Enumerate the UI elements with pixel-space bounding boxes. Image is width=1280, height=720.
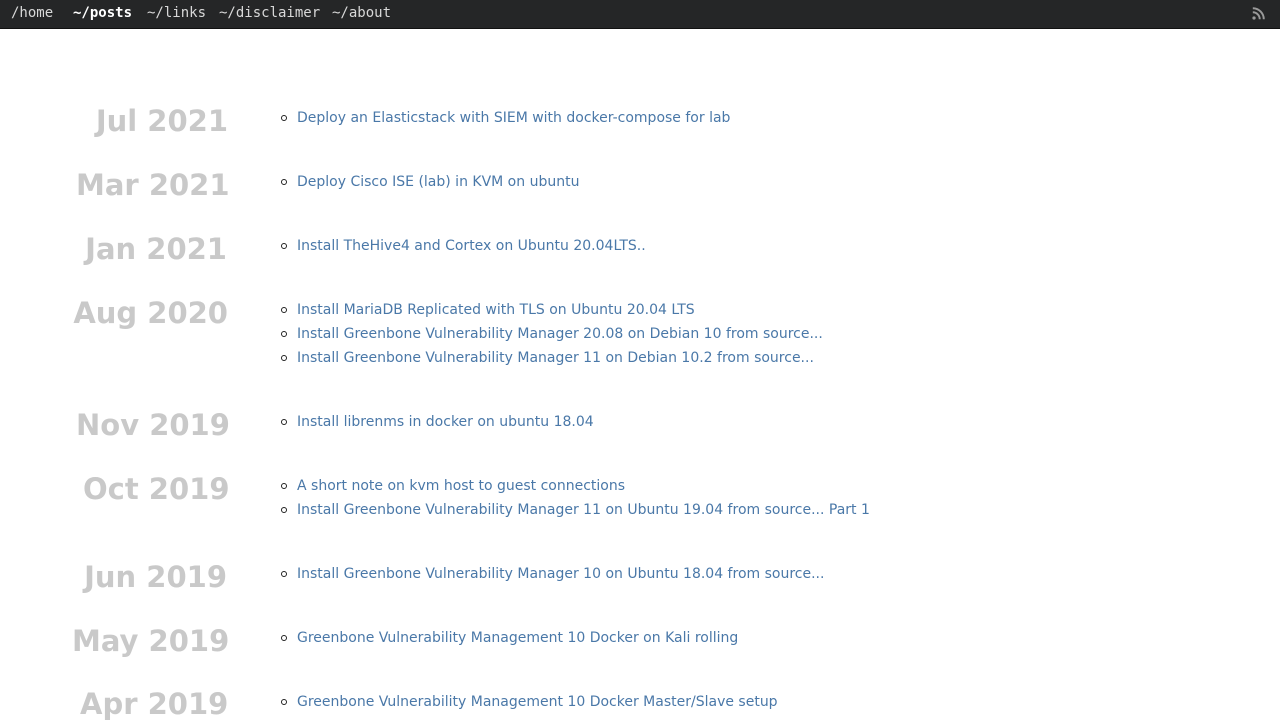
bullet-icon [281, 179, 287, 185]
post-title: Greenbone Vulnerability Management 10 Do… [297, 630, 739, 646]
archive-month-heading: Jun 2019 [84, 560, 227, 594]
archive-month-heading: Mar 2021 [76, 168, 230, 202]
archive-month-heading: Oct 2019 [83, 472, 230, 506]
post-title: Install librenms in docker on ubuntu 18.… [297, 414, 594, 430]
post-link[interactable]: Deploy Cisco ISE (lab) in KVM on ubuntu [281, 174, 586, 192]
post-title: Install TheHive4 and Cortex on Ubuntu 20… [297, 238, 646, 254]
bullet-icon [281, 307, 287, 313]
archive-month-heading: Aug 2020 [73, 296, 228, 330]
rss-icon[interactable] [1252, 7, 1265, 20]
post-title: Install Greenbone Vulnerability Manager … [297, 502, 870, 518]
archive-month-heading: Apr 2019 [80, 687, 229, 720]
top-nav-bar: /home ~/posts ~/links ~/disclaimer ~/abo… [0, 0, 1280, 29]
archive-month-heading: Nov 2019 [76, 408, 230, 442]
post-link[interactable]: A short note on kvm host to guest connec… [281, 478, 633, 496]
bullet-icon [281, 331, 287, 337]
post-link[interactable]: Install Greenbone Vulnerability Manager … [281, 566, 841, 584]
bullet-icon [281, 699, 287, 705]
post-title: Install Greenbone Vulnerability Manager … [297, 566, 825, 582]
nav-disclaimer-link[interactable]: ~/disclaimer [217, 3, 321, 25]
post-title: A short note on kvm host to guest connec… [297, 478, 626, 494]
bullet-icon [281, 355, 287, 361]
post-link[interactable]: Install MariaDB Replicated with TLS on U… [281, 302, 706, 320]
bullet-icon [281, 483, 287, 489]
archive-month-heading: May 2019 [72, 624, 230, 658]
bullet-icon [281, 419, 287, 425]
post-link[interactable]: Install Greenbone Vulnerability Manager … [281, 326, 840, 344]
nav-posts-link[interactable]: ~/posts [71, 3, 134, 25]
nav-home-link[interactable]: /home [9, 3, 62, 25]
archive-month-heading: Jan 2021 [85, 232, 227, 266]
bullet-icon [281, 507, 287, 513]
post-link[interactable]: Install TheHive4 and Cortex on Ubuntu 20… [281, 238, 654, 256]
post-link[interactable]: Deploy an Elasticstack with SIEM with do… [281, 110, 742, 128]
nav-links-link[interactable]: ~/links [145, 3, 208, 25]
nav-about-link[interactable]: ~/about [330, 3, 394, 25]
post-link[interactable]: Install Greenbone Vulnerability Manager … [281, 350, 833, 368]
bullet-icon [281, 635, 287, 641]
post-link[interactable]: Greenbone Vulnerability Management 10 Do… [281, 694, 797, 712]
post-title: Install Greenbone Vulnerability Manager … [297, 326, 823, 342]
post-link[interactable]: Greenbone Vulnerability Management 10 Do… [281, 630, 757, 648]
bullet-icon [281, 571, 287, 577]
bullet-icon [281, 115, 287, 121]
post-title: Deploy an Elasticstack with SIEM with do… [297, 110, 731, 126]
post-title: Greenbone Vulnerability Management 10 Do… [297, 694, 778, 710]
bullet-icon [281, 243, 287, 249]
post-link[interactable]: Install Greenbone Vulnerability Manager … [281, 502, 886, 520]
archive-month-heading: Jul 2021 [95, 104, 228, 138]
post-link[interactable]: Install librenms in docker on ubuntu 18.… [281, 414, 604, 432]
post-title: Install MariaDB Replicated with TLS on U… [297, 302, 695, 318]
post-title: Deploy Cisco ISE (lab) in KVM on ubuntu [297, 174, 580, 190]
post-title: Install Greenbone Vulnerability Manager … [297, 350, 814, 366]
